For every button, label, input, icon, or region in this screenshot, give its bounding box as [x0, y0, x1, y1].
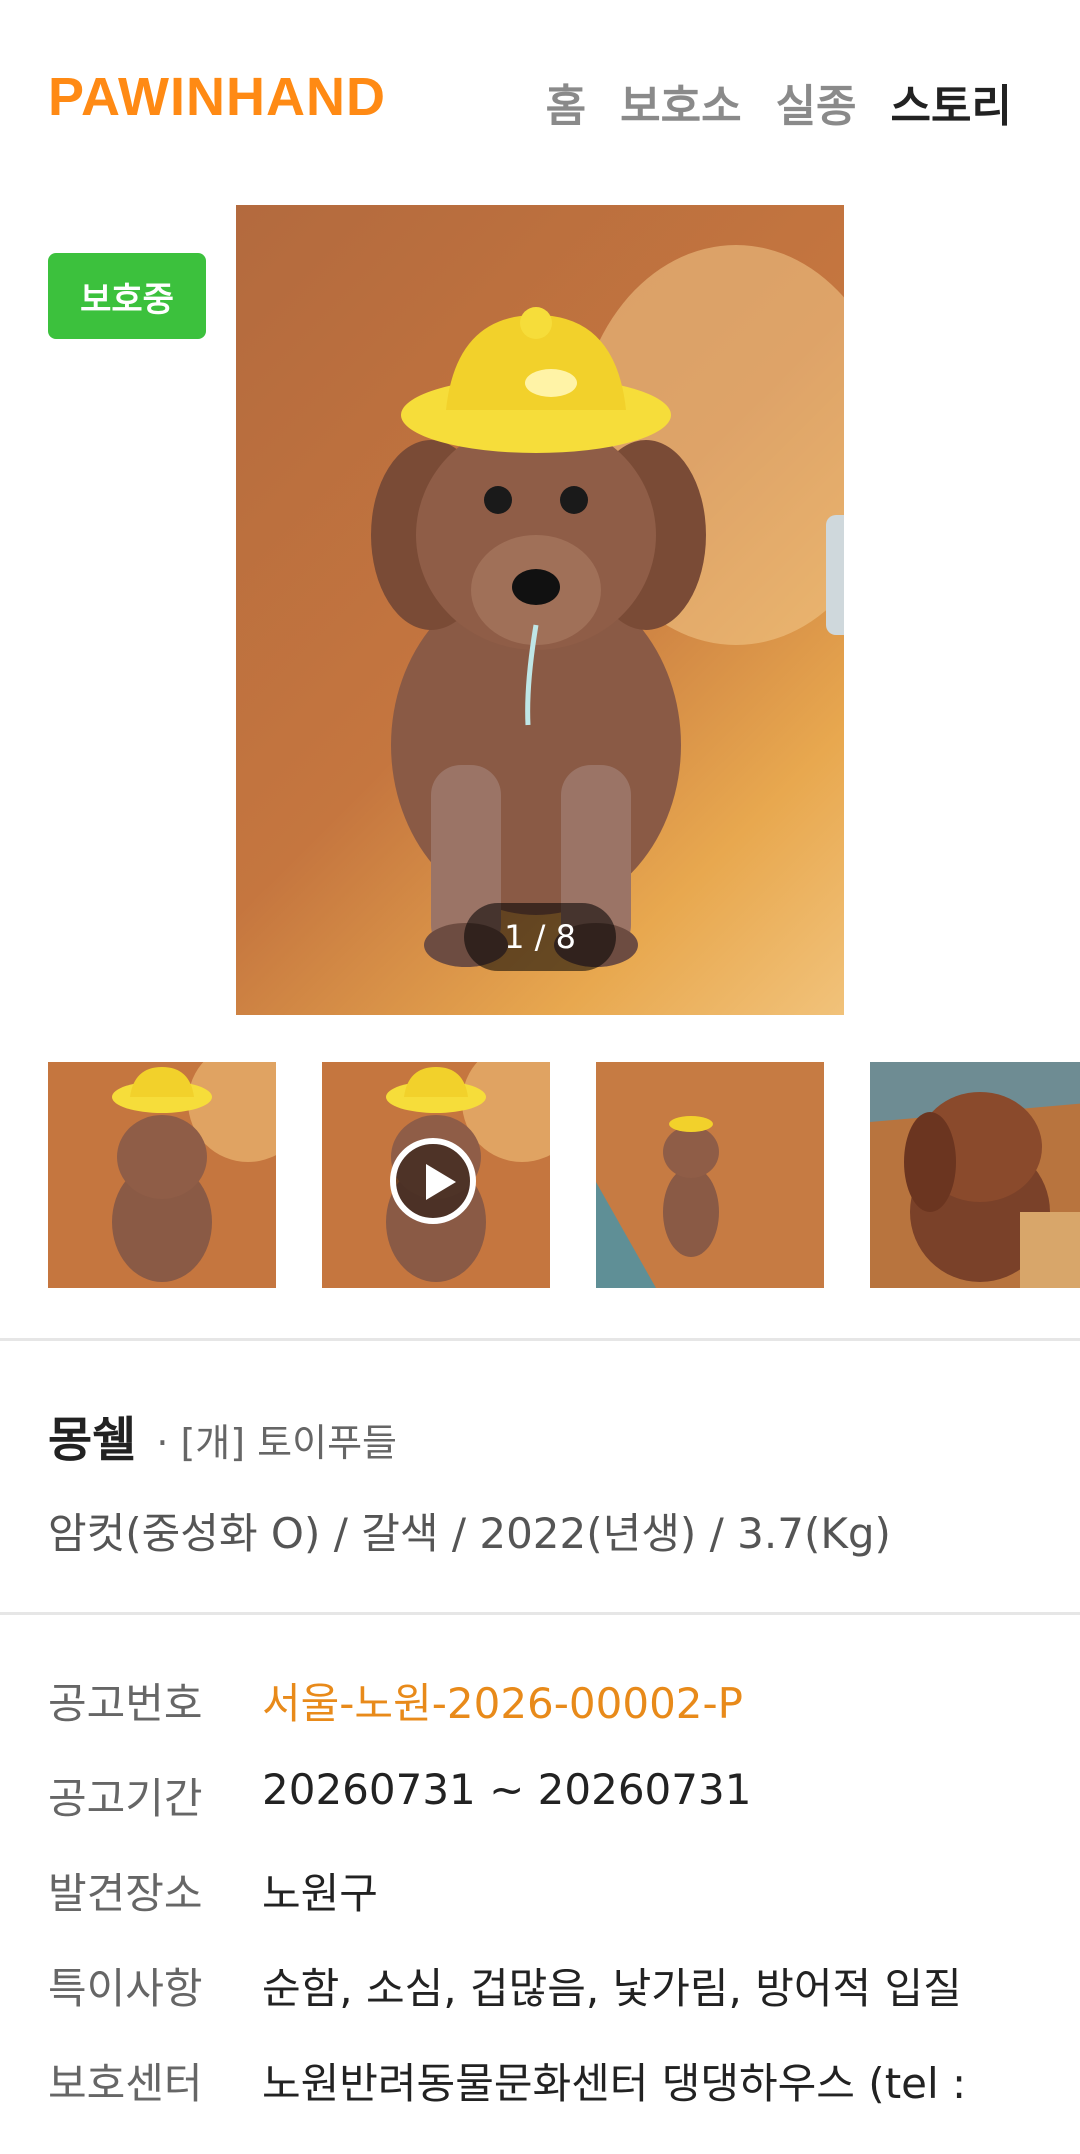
- main-nav: 홈 보호소 실종 스토리: [546, 70, 1012, 134]
- nav-missing[interactable]: 실종: [776, 70, 857, 134]
- detail-row-notice-no: 공고번호 서울-노원-2026-00002-P: [48, 1670, 1058, 1765]
- thumbnail-1[interactable]: [48, 1062, 276, 1288]
- main-photo[interactable]: 1 / 8: [236, 205, 844, 1015]
- dog-photo-illustration: [371, 245, 844, 967]
- found-location: 노원구: [262, 1869, 378, 1918]
- thumbnail-image: [596, 1062, 824, 1288]
- photo-counter: 1 / 8: [464, 903, 616, 971]
- thumbnail-3[interactable]: [596, 1062, 824, 1288]
- thumbnail-2[interactable]: [322, 1062, 550, 1288]
- detail-row-notes: 특이사항 순함, 소심, 겁많음, 낯가림, 방어적 입질: [48, 1955, 1058, 2050]
- status-badge: 보호중: [48, 253, 206, 339]
- nav-story[interactable]: 스토리: [891, 70, 1012, 134]
- detail-label: 특이사항: [48, 1964, 203, 2013]
- nav-home[interactable]: 홈: [546, 70, 586, 134]
- detail-label: 발견장소: [48, 1869, 203, 1918]
- shelter-center[interactable]: 노원반려동물문화센터 댕댕하우스 (tel :: [262, 2050, 966, 2111]
- thumbnail-image: [870, 1062, 1080, 1288]
- section-divider: [0, 1338, 1080, 1341]
- nav-shelter[interactable]: 보호소: [620, 70, 741, 134]
- detail-label: 공고번호: [48, 1679, 203, 1728]
- section-divider: [0, 1612, 1080, 1615]
- notice-number: 서울-노원-2026-00002-P: [262, 1679, 744, 1728]
- pet-breed: · [개] 토이푸들: [156, 1421, 398, 1465]
- detail-row-location: 발견장소 노원구: [48, 1860, 1058, 1955]
- brand-logo[interactable]: PAWINHAND: [48, 66, 386, 128]
- detail-label: 보호센터: [48, 2059, 203, 2108]
- detail-row-period: 공고기간 20260731 ~ 20260731: [48, 1765, 1058, 1860]
- notice-details: 공고번호 서울-노원-2026-00002-P 공고기간 20260731 ~ …: [48, 1670, 1058, 2145]
- special-notes: 순함, 소심, 겁많음, 낯가림, 방어적 입질: [262, 1964, 962, 2013]
- detail-label: 공고기간: [48, 1774, 203, 1823]
- notice-period: 20260731 ~ 20260731: [262, 1765, 752, 1814]
- thumbnail-strip[interactable]: [0, 1062, 1080, 1290]
- pet-name: 몽쉘: [48, 1412, 137, 1468]
- pet-title-row: 몽쉘 · [개] 토이푸들: [48, 1400, 397, 1470]
- thumbnail-4[interactable]: [870, 1062, 1080, 1288]
- pet-attributes: 암컷(중성화 O) / 갈색 / 2022(년생) / 3.7(Kg): [48, 1509, 891, 1558]
- detail-row-center: 보호센터 노원반려동물문화센터 댕댕하우스 (tel :: [48, 2050, 1058, 2145]
- thumbnail-image: [48, 1062, 276, 1288]
- app-header: PAWINHAND 홈 보호소 실종 스토리: [0, 0, 1080, 200]
- play-video-icon[interactable]: [390, 1138, 476, 1224]
